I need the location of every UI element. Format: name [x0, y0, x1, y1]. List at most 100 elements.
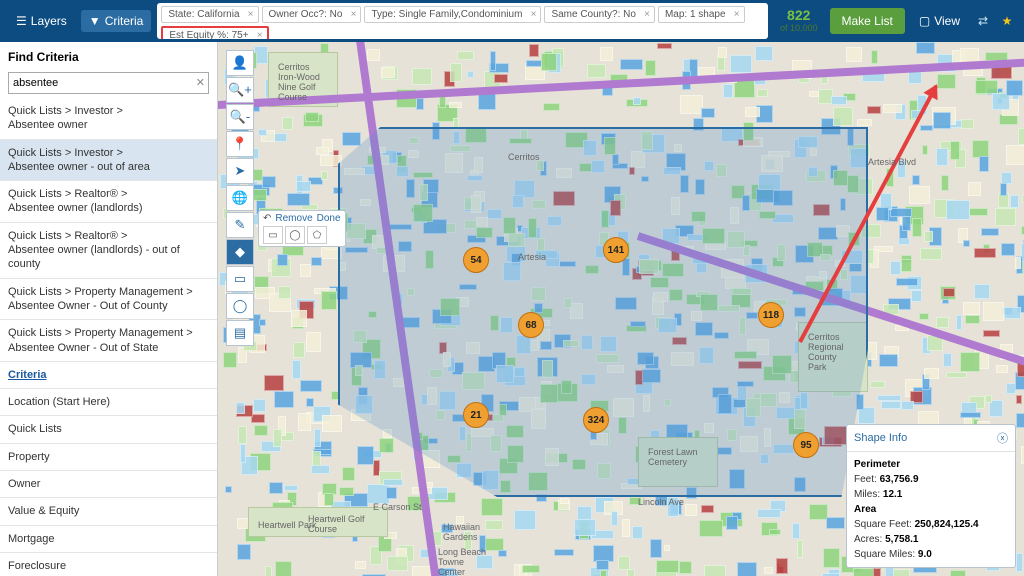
- category-item[interactable]: Value & Equity: [0, 498, 217, 525]
- chip-remove-icon[interactable]: ×: [531, 9, 537, 20]
- shape-poly-icon[interactable]: ⬠: [307, 226, 327, 244]
- suggestion-item[interactable]: Quick Lists > Investor > Absentee owner …: [0, 140, 217, 182]
- shape-info-panel: Shape Info ⓧ Perimeter Feet: 63,756.9 Mi…: [846, 424, 1016, 568]
- cluster-marker[interactable]: 95: [793, 432, 819, 458]
- search-input[interactable]: [8, 72, 209, 94]
- chip-remove-icon[interactable]: ×: [351, 9, 357, 20]
- sqmi-label: Square Miles:: [854, 549, 915, 560]
- undo-icon[interactable]: ↶: [263, 213, 271, 224]
- draw-tool-icon[interactable]: ✎: [226, 212, 254, 238]
- filter-icon: ▼: [89, 14, 101, 28]
- category-item[interactable]: Property: [0, 444, 217, 471]
- sqft-value: 250,824,125.4: [915, 519, 979, 530]
- rect-tool-icon[interactable]: ▭: [226, 266, 254, 292]
- category-item[interactable]: Foreclosure: [0, 553, 217, 576]
- search-box: ✕: [8, 72, 209, 94]
- area-label: Area: [854, 504, 876, 515]
- sqmi-value: 9.0: [918, 549, 932, 560]
- map-label: Cerritos Iron-Wood Nine Golf Course: [278, 62, 320, 102]
- selection-polygon[interactable]: [338, 127, 868, 497]
- category-item[interactable]: Mortgage: [0, 526, 217, 553]
- map-label: E Carson St: [373, 502, 422, 512]
- star-icon[interactable]: ★: [998, 12, 1016, 30]
- cluster-marker[interactable]: 324: [583, 407, 609, 433]
- shapes-tool-icon[interactable]: ◆: [226, 239, 254, 265]
- miles-label: Miles:: [854, 489, 880, 500]
- zoom-in-icon[interactable]: 🔍+: [226, 77, 254, 103]
- result-count: 822 of 10,000: [780, 8, 818, 33]
- top-bar: ☰ Layers ▼ Criteria State: California×Ow…: [0, 0, 1024, 42]
- shape-toolbar: ↶ Remove Done ▭ ◯ ⬠: [258, 210, 346, 247]
- chip-remove-icon[interactable]: ×: [734, 9, 740, 20]
- sidebar-title: Find Criteria: [0, 42, 217, 68]
- map-label: Cerritos: [508, 152, 540, 162]
- suggestion-item[interactable]: Quick Lists > Property Management > Abse…: [0, 279, 217, 321]
- make-list-button[interactable]: Make List: [830, 8, 905, 34]
- miles-value: 12.1: [883, 489, 902, 500]
- map-label: Hawaiian Gardens: [443, 522, 480, 542]
- acres-label: Acres:: [854, 534, 882, 545]
- filter-chip[interactable]: Owner Occ?: No×: [262, 6, 362, 23]
- layers-icon: ☰: [16, 14, 27, 28]
- count-number: 822: [780, 8, 818, 23]
- suggestion-item[interactable]: Quick Lists > Investor > Absentee owner: [0, 98, 217, 140]
- layers-tool-icon[interactable]: ▤: [226, 320, 254, 346]
- filter-chip[interactable]: Est Equity %: 75+×: [161, 26, 268, 39]
- criteria-button[interactable]: ▼ Criteria: [81, 10, 152, 32]
- done-link[interactable]: Done: [317, 213, 341, 224]
- map-label: Long Beach Towne Center: [438, 547, 486, 576]
- feet-value: 63,756.9: [880, 474, 919, 485]
- cluster-marker[interactable]: 68: [518, 312, 544, 338]
- layers-label: Layers: [31, 14, 67, 28]
- circle-tool-icon[interactable]: ◯: [226, 293, 254, 319]
- shape-circle-icon[interactable]: ◯: [285, 226, 305, 244]
- shape-info-title: Shape Info: [854, 432, 907, 444]
- map-label: Cerritos Regional County Park: [808, 332, 844, 372]
- view-label: View: [934, 14, 960, 28]
- category-item[interactable]: Owner: [0, 471, 217, 498]
- layers-button[interactable]: ☰ Layers: [8, 10, 75, 32]
- pin-tool-icon[interactable]: 📍: [226, 131, 254, 157]
- perimeter-label: Perimeter: [854, 459, 900, 470]
- count-denominator: of 10,000: [780, 24, 818, 34]
- user-tool-icon[interactable]: 👤: [226, 50, 254, 76]
- suggestion-item[interactable]: Quick Lists > Realtor® > Absentee owner …: [0, 181, 217, 223]
- chip-remove-icon[interactable]: ×: [644, 9, 650, 20]
- suggestion-item[interactable]: Quick Lists > Realtor® > Absentee owner …: [0, 223, 217, 279]
- category-item[interactable]: Criteria: [0, 362, 217, 389]
- map-label: Artesia: [518, 252, 546, 262]
- chip-remove-icon[interactable]: ×: [248, 9, 254, 20]
- remove-link[interactable]: Remove: [275, 213, 312, 224]
- shape-rect-icon[interactable]: ▭: [263, 226, 283, 244]
- map-canvas[interactable]: 54 141 68 118 21 324 95 Cerritos Artesia Hawai…: [218, 42, 1024, 576]
- suggestion-item[interactable]: Quick Lists > Property Management > Abse…: [0, 320, 217, 362]
- filter-chip[interactable]: Map: 1 shape×: [658, 6, 745, 23]
- map-label: Artesia Blvd: [868, 157, 916, 167]
- cluster-marker[interactable]: 118: [758, 302, 784, 328]
- filter-chip[interactable]: Type: Single Family,Condominium×: [364, 6, 541, 23]
- feet-label: Feet:: [854, 474, 877, 485]
- view-button[interactable]: ▢ View: [911, 10, 968, 32]
- sqft-label: Square Feet:: [854, 519, 912, 530]
- sidebar: Find Criteria ✕ Quick Lists > Investor >…: [0, 42, 218, 576]
- category-item[interactable]: Quick Lists: [0, 416, 217, 443]
- zoom-out-icon[interactable]: 🔍-: [226, 104, 254, 130]
- map-label: Lincoln Ave: [638, 497, 684, 507]
- cluster-marker[interactable]: 141: [603, 237, 629, 263]
- cluster-marker[interactable]: 54: [463, 247, 489, 273]
- share-icon[interactable]: ⇄: [974, 12, 992, 30]
- map-tools: 👤 🔍+ 🔍- 📍 ➤ 🌐 ✎ ◆ ▭ ◯ ▤: [226, 50, 254, 346]
- map-label: Forest Lawn Cemetery: [648, 447, 698, 467]
- cluster-marker[interactable]: 21: [463, 402, 489, 428]
- close-icon[interactable]: ⓧ: [997, 430, 1008, 446]
- filter-chip[interactable]: Same County?: No×: [544, 6, 655, 23]
- filter-chip[interactable]: State: California×: [161, 6, 258, 23]
- map-icon: ▢: [919, 14, 930, 28]
- clear-search-icon[interactable]: ✕: [196, 76, 205, 89]
- map-label: Heartwell Golf Course: [308, 514, 365, 534]
- globe-tool-icon[interactable]: 🌐: [226, 185, 254, 211]
- locate-tool-icon[interactable]: ➤: [226, 158, 254, 184]
- filter-chips: State: California×Owner Occ?: No×Type: S…: [157, 3, 768, 39]
- chip-remove-icon[interactable]: ×: [257, 30, 263, 39]
- category-item[interactable]: Location (Start Here): [0, 389, 217, 416]
